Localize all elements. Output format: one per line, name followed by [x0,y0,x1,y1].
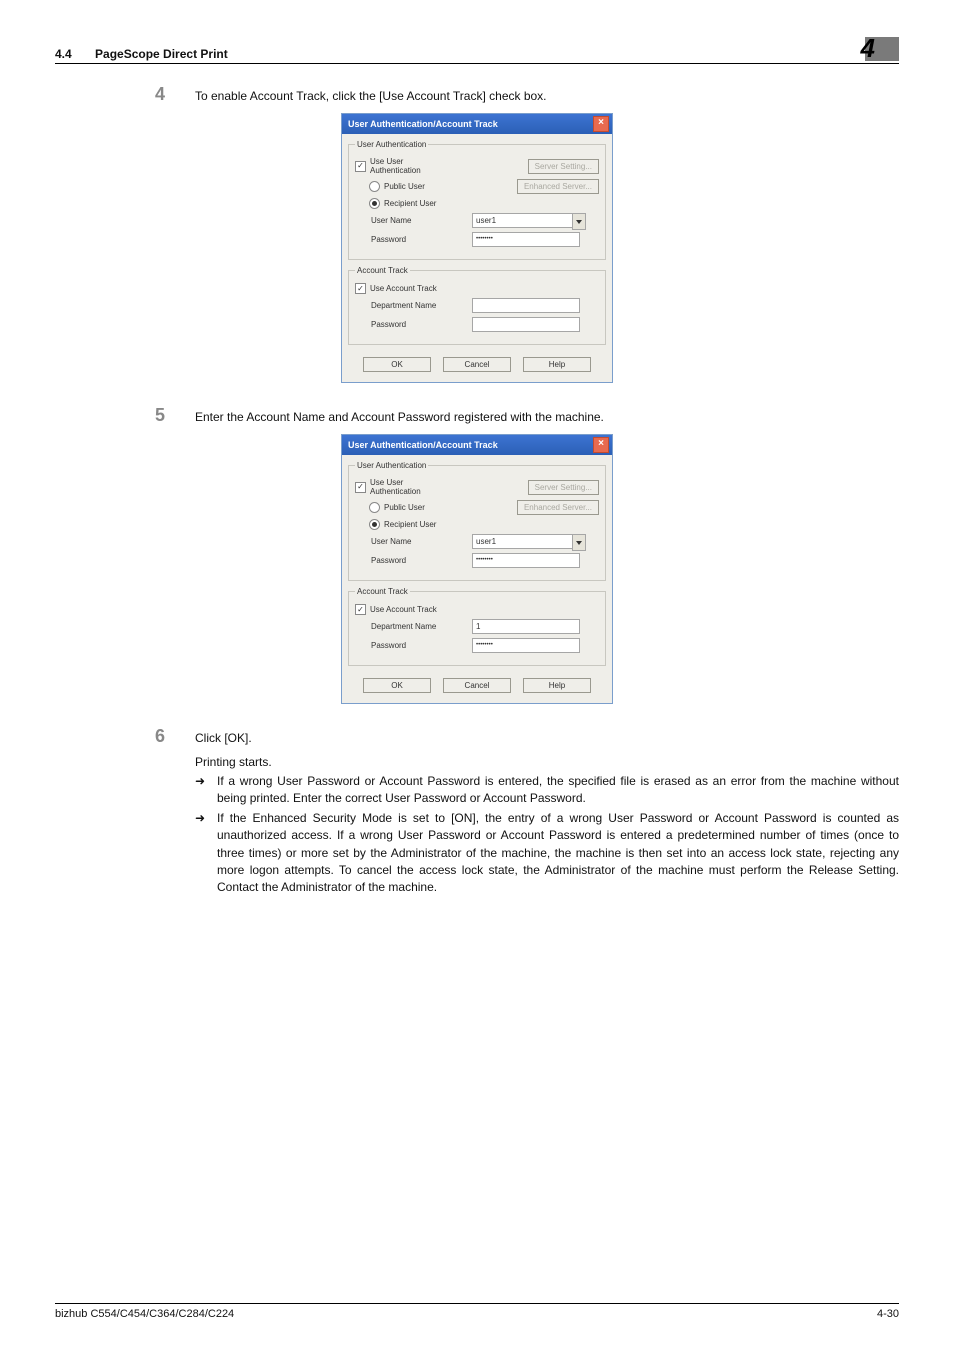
dept-name-input[interactable] [472,298,580,313]
step-number: 4 [155,84,195,105]
public-user-label: Public User [384,503,425,512]
password-label: Password [355,556,466,565]
dialog-title-text: User Authentication/Account Track [348,119,498,129]
password-input[interactable]: •••••••• [472,232,580,247]
step-text: Click [OK]. [195,730,252,747]
use-account-track-label: Use Account Track [370,605,437,614]
user-name-label: User Name [355,216,466,225]
footer-model: bizhub C554/C454/C364/C284/C224 [55,1308,234,1320]
auth-dialog-1: User Authentication/Account Track × User… [341,113,613,383]
section-title: PageScope Direct Print [95,47,228,61]
section-number: 4.4 [55,47,72,61]
account-track-legend: Account Track [355,587,410,596]
cancel-button[interactable]: Cancel [443,357,511,372]
enhanced-server-button[interactable]: Enhanced Server... [517,500,599,515]
checkbox-icon [355,604,366,615]
use-user-auth-checkbox[interactable]: Use User Authentication [355,157,450,175]
checkbox-icon [355,482,366,493]
password-input[interactable]: •••••••• [472,553,580,568]
recipient-user-radio[interactable]: Recipient User [355,519,464,530]
user-name-combo[interactable]: user1 [472,534,584,549]
dialog-titlebar: User Authentication/Account Track × [342,435,612,455]
auth-dialog-2: User Authentication/Account Track × User… [341,434,613,704]
radio-icon [369,181,380,192]
acct-password-label: Password [355,641,466,650]
use-account-track-checkbox[interactable]: Use Account Track [355,604,450,615]
dialog-titlebar: User Authentication/Account Track × [342,114,612,134]
use-user-auth-label: Use User Authentication [370,157,450,175]
cancel-button[interactable]: Cancel [443,678,511,693]
use-user-auth-label: Use User Authentication [370,478,450,496]
recipient-user-label: Recipient User [384,520,436,529]
printing-starts-text: Printing starts. [195,755,899,769]
radio-icon [369,198,380,209]
user-auth-legend: User Authentication [355,461,428,470]
ok-button[interactable]: OK [363,678,431,693]
server-setting-button[interactable]: Server Setting... [528,159,599,174]
note-bullet-2: ➜ If the Enhanced Security Mode is set t… [195,810,899,897]
dialog-title-text: User Authentication/Account Track [348,440,498,450]
arrow-icon: ➜ [195,810,217,897]
acct-password-input[interactable]: •••••••• [472,638,580,653]
recipient-user-radio[interactable]: Recipient User [355,198,464,209]
user-name-input[interactable]: user1 [472,213,580,228]
public-user-label: Public User [384,182,425,191]
help-button[interactable]: Help [523,678,591,693]
public-user-radio[interactable]: Public User [355,181,464,192]
dialog-buttons: OK Cancel Help [342,349,612,382]
acct-password-input[interactable] [472,317,580,332]
page-header: 4.4 PageScope Direct Print 4 [55,35,899,64]
dept-name-label: Department Name [355,622,466,631]
note-bullet-1: ➜ If a wrong User Password or Account Pa… [195,773,899,808]
acct-password-label: Password [355,320,466,329]
user-auth-group: User Authentication Use User Authenticat… [348,461,606,581]
use-account-track-checkbox[interactable]: Use Account Track [355,283,450,294]
step-text: To enable Account Track, click the [Use … [195,88,547,105]
dept-name-input[interactable]: 1 [472,619,580,634]
chapter-badge: 4 [861,35,899,61]
step-5: 5 Enter the Account Name and Account Pas… [155,405,899,426]
user-auth-group: User Authentication Use User Authenticat… [348,140,606,260]
account-track-group: Account Track Use Account Track Departme… [348,587,606,666]
step-number: 5 [155,405,195,426]
use-user-auth-checkbox[interactable]: Use User Authentication [355,478,450,496]
radio-icon [369,519,380,530]
chevron-down-icon[interactable] [572,213,586,230]
user-auth-legend: User Authentication [355,140,428,149]
page-footer: bizhub C554/C454/C364/C284/C224 4-30 [55,1303,899,1320]
note-text: If a wrong User Password or Account Pass… [217,773,899,808]
step-number: 6 [155,726,195,747]
dialog-buttons: OK Cancel Help [342,670,612,703]
ok-button[interactable]: OK [363,357,431,372]
arrow-icon: ➜ [195,773,217,808]
section-heading: 4.4 PageScope Direct Print [55,47,228,61]
enhanced-server-button[interactable]: Enhanced Server... [517,179,599,194]
account-track-group: Account Track Use Account Track Departme… [348,266,606,345]
server-setting-button[interactable]: Server Setting... [528,480,599,495]
chapter-number: 4 [861,35,875,61]
checkbox-icon [355,283,366,294]
close-icon[interactable]: × [593,116,609,132]
note-text: If the Enhanced Security Mode is set to … [217,810,899,897]
user-name-label: User Name [355,537,466,546]
user-name-combo[interactable]: user1 [472,213,584,228]
close-icon[interactable]: × [593,437,609,453]
use-account-track-label: Use Account Track [370,284,437,293]
step-6: 6 Click [OK]. [155,726,899,747]
account-track-legend: Account Track [355,266,410,275]
recipient-user-label: Recipient User [384,199,436,208]
step-text: Enter the Account Name and Account Passw… [195,409,604,426]
user-name-input[interactable]: user1 [472,534,580,549]
dept-name-label: Department Name [355,301,466,310]
radio-icon [369,502,380,513]
help-button[interactable]: Help [523,357,591,372]
footer-page: 4-30 [877,1308,899,1320]
password-label: Password [355,235,466,244]
step-4: 4 To enable Account Track, click the [Us… [155,84,899,105]
public-user-radio[interactable]: Public User [355,502,464,513]
checkbox-icon [355,161,366,172]
chevron-down-icon[interactable] [572,534,586,551]
